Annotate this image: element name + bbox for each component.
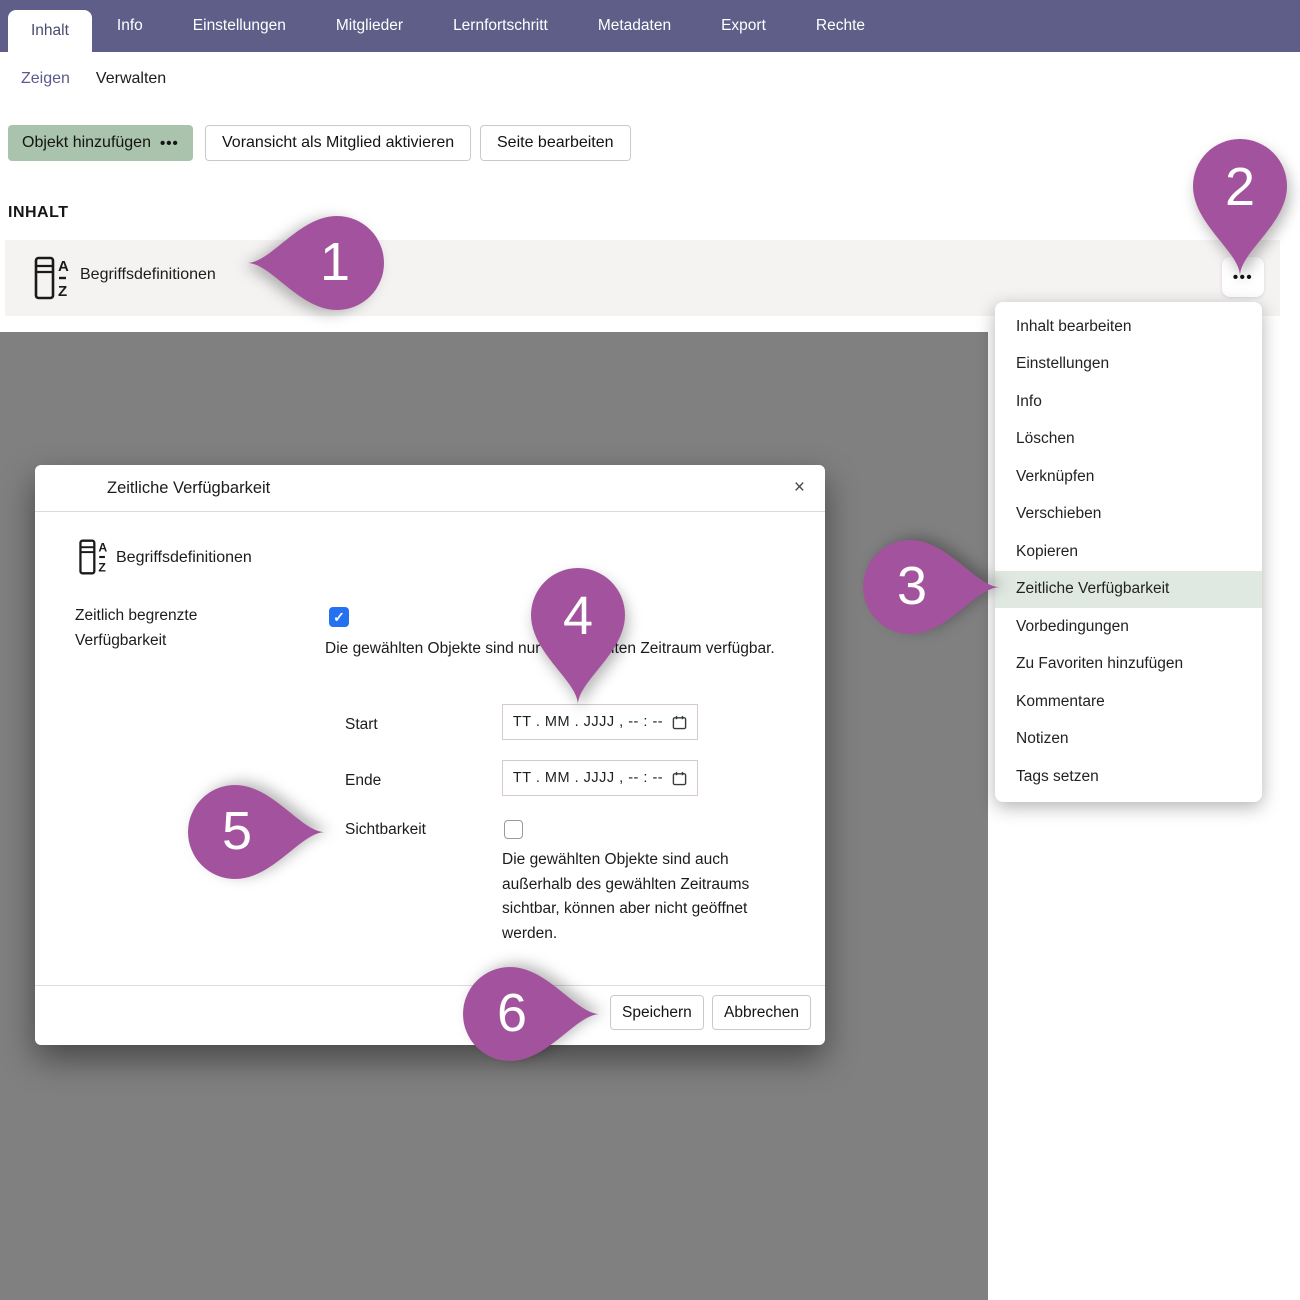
marker-number-4: 4 bbox=[563, 589, 593, 643]
marker-pin-1 bbox=[247, 213, 387, 313]
marker-number-2: 2 bbox=[1225, 160, 1255, 214]
calendar-icon bbox=[672, 715, 687, 730]
menu-item-verknuepfen[interactable]: Verknüpfen bbox=[995, 458, 1262, 496]
start-date-input[interactable]: TT . MM . JJJJ , -- : -- bbox=[502, 704, 698, 740]
availability-modal: Zeitliche Verfügbarkeit × A Z Begriffsde… bbox=[35, 465, 825, 1045]
tab-einstellungen[interactable]: Einstellungen bbox=[168, 0, 311, 52]
visibility-checkbox[interactable] bbox=[504, 820, 523, 839]
add-object-label: Objekt hinzufügen bbox=[22, 134, 151, 152]
visibility-label: Sichtbarkeit bbox=[345, 817, 426, 842]
tab-rechte[interactable]: Rechte bbox=[791, 0, 890, 52]
item-title-link[interactable]: Begriffsdefinitionen bbox=[80, 266, 216, 284]
menu-item-inhalt-bearbeiten[interactable]: Inhalt bearbeiten bbox=[995, 308, 1262, 346]
item-actions-menu: Inhalt bearbeiten Einstellungen Info Lös… bbox=[995, 302, 1262, 802]
modal-item-title: Begriffsdefinitionen bbox=[116, 549, 252, 567]
tab-info[interactable]: Info bbox=[92, 0, 168, 52]
sub-tab-bar: Zeigen Verwalten bbox=[21, 70, 166, 88]
start-label: Start bbox=[345, 712, 378, 737]
marker-pin-6 bbox=[460, 964, 600, 1064]
menu-item-kopieren[interactable]: Kopieren bbox=[995, 533, 1262, 571]
tab-inhalt[interactable]: Inhalt bbox=[8, 10, 92, 52]
subtab-zeigen[interactable]: Zeigen bbox=[21, 70, 70, 88]
start-date-placeholder: TT . MM . JJJJ , -- : -- bbox=[513, 714, 663, 730]
marker-number-3: 3 bbox=[897, 559, 927, 613]
modal-header-divider bbox=[35, 511, 825, 512]
glossary-icon: A Z bbox=[78, 537, 109, 577]
limited-availability-checkbox[interactable]: ✓ bbox=[329, 607, 349, 627]
content-section-title: INHALT bbox=[8, 204, 68, 222]
menu-item-tags-setzen[interactable]: Tags setzen bbox=[995, 758, 1262, 796]
modal-title: Zeitliche Verfügbarkeit bbox=[107, 465, 270, 511]
check-icon: ✓ bbox=[333, 609, 345, 626]
tab-lernfortschritt[interactable]: Lernfortschritt bbox=[428, 0, 573, 52]
menu-item-zu-favoriten[interactable]: Zu Favoriten hinzufügen bbox=[995, 646, 1262, 684]
subtab-verwalten[interactable]: Verwalten bbox=[96, 70, 166, 88]
menu-item-info[interactable]: Info bbox=[995, 383, 1262, 421]
marker-number-5: 5 bbox=[222, 804, 252, 858]
menu-item-kommentare[interactable]: Kommentare bbox=[995, 683, 1262, 721]
cancel-button[interactable]: Abbrechen bbox=[712, 995, 811, 1030]
glossary-icon: A Z bbox=[33, 254, 71, 302]
close-icon[interactable]: × bbox=[794, 474, 805, 502]
marker-number-1: 1 bbox=[320, 235, 350, 289]
marker-number-6: 6 bbox=[497, 986, 527, 1040]
marker-pin-5 bbox=[185, 782, 325, 882]
calendar-icon bbox=[672, 771, 687, 786]
visibility-help: Die gewählten Objekte sind auch außerhal… bbox=[502, 848, 794, 946]
svg-text:A: A bbox=[58, 258, 69, 275]
preview-as-member-button[interactable]: Voransicht als Mitglied aktivieren bbox=[205, 125, 471, 161]
add-object-button[interactable]: Objekt hinzufügen ••• bbox=[8, 125, 193, 161]
menu-item-zeitliche-verfuegbarkeit[interactable]: Zeitliche Verfügbarkeit bbox=[995, 571, 1262, 609]
tab-metadaten[interactable]: Metadaten bbox=[573, 0, 696, 52]
marker-pin-3 bbox=[860, 537, 1000, 637]
tab-label: Inhalt bbox=[31, 22, 69, 39]
end-date-placeholder: TT . MM . JJJJ , -- : -- bbox=[513, 770, 663, 786]
end-label: Ende bbox=[345, 768, 381, 793]
menu-item-notizen[interactable]: Notizen bbox=[995, 721, 1262, 759]
menu-item-vorbedingungen[interactable]: Vorbedingungen bbox=[995, 608, 1262, 646]
tab-mitglieder[interactable]: Mitglieder bbox=[311, 0, 428, 52]
save-button[interactable]: Speichern bbox=[610, 995, 704, 1030]
page: Inhalt Info Einstellungen Mitglieder Ler… bbox=[0, 0, 1300, 1300]
svg-text:A: A bbox=[98, 540, 107, 554]
modal-footer: Speichern Abbrechen bbox=[35, 985, 825, 1045]
svg-text:Z: Z bbox=[98, 561, 106, 575]
limited-availability-label: Zeitlich begrenzte Verfügbarkeit bbox=[75, 603, 280, 653]
end-date-input[interactable]: TT . MM . JJJJ , -- : -- bbox=[502, 760, 698, 796]
menu-item-loeschen[interactable]: Löschen bbox=[995, 421, 1262, 459]
tab-export[interactable]: Export bbox=[696, 0, 791, 52]
ellipsis-icon: ••• bbox=[160, 135, 179, 152]
menu-item-verschieben[interactable]: Verschieben bbox=[995, 496, 1262, 534]
edit-page-button[interactable]: Seite bearbeiten bbox=[480, 125, 631, 161]
menu-item-einstellungen[interactable]: Einstellungen bbox=[995, 346, 1262, 384]
svg-text:Z: Z bbox=[58, 283, 67, 300]
top-tab-bar: Inhalt Info Einstellungen Mitglieder Ler… bbox=[0, 0, 1300, 52]
